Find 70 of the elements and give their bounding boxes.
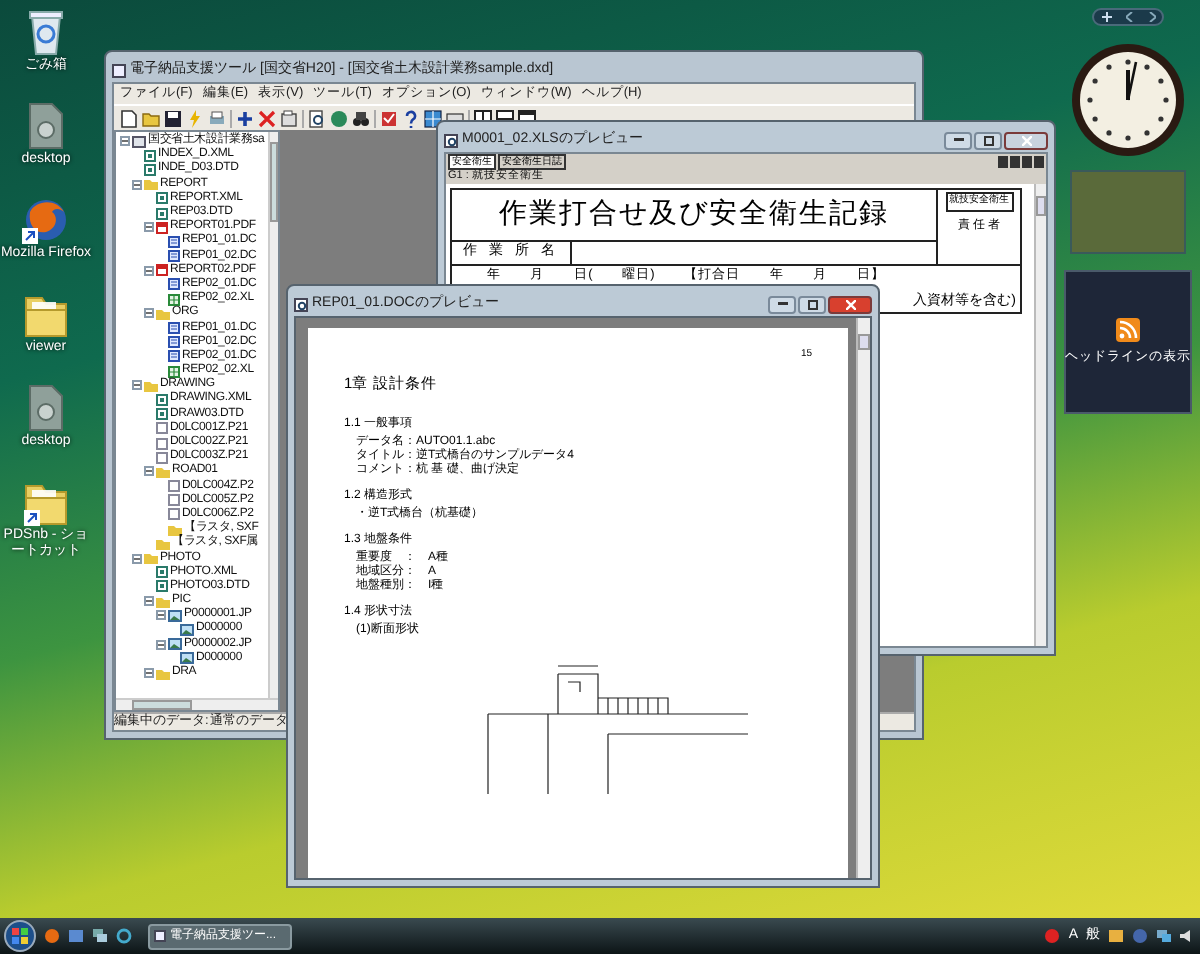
- project-icon: [132, 135, 146, 148]
- vertical-scrollbar[interactable]: [856, 318, 870, 878]
- maximize-icon: [807, 299, 817, 309]
- form-heading: 作業打合せ及び安全衛生記録: [499, 196, 889, 234]
- expander-icon[interactable]: [144, 308, 154, 319]
- document-gear-icon: [26, 384, 66, 432]
- expander-icon[interactable]: [120, 136, 130, 147]
- expander-icon[interactable]: [132, 179, 142, 190]
- spreadsheet-icon: [168, 293, 180, 306]
- maximize-button[interactable]: [798, 295, 826, 313]
- switch-windows-icon[interactable]: [92, 928, 108, 944]
- next-icon[interactable]: [1147, 12, 1155, 22]
- maximize-button[interactable]: [974, 131, 1002, 149]
- folder-icon: [144, 379, 158, 392]
- document-gear-icon: [26, 102, 66, 150]
- app-icon: [112, 63, 126, 77]
- expander-icon[interactable]: [144, 265, 154, 276]
- minimize-button[interactable]: [944, 131, 972, 149]
- folder-icon: [156, 667, 170, 680]
- vertical-scrollbar[interactable]: [268, 132, 278, 698]
- expander-icon[interactable]: [156, 610, 166, 621]
- expander-icon[interactable]: [156, 639, 166, 650]
- rss-icon: [1116, 317, 1140, 342]
- circle-tray-icon[interactable]: [1044, 928, 1061, 944]
- close-button[interactable]: [828, 295, 872, 313]
- maximize-icon: [983, 135, 993, 145]
- folder-icon: [156, 465, 170, 478]
- minimize-icon: [953, 138, 963, 142]
- sidebar-controls[interactable]: [1092, 8, 1164, 26]
- vertical-scrollbar[interactable]: [1034, 184, 1046, 646]
- pdf-file-icon: [156, 221, 168, 234]
- folder-icon: [156, 595, 170, 608]
- speaker-icon[interactable]: [1180, 928, 1196, 944]
- expander-icon[interactable]: [144, 222, 154, 233]
- save-icon[interactable]: [164, 109, 182, 127]
- expander-icon[interactable]: [144, 668, 154, 679]
- clock-drawing: [1070, 42, 1186, 158]
- photo-placeholder: [1070, 170, 1186, 254]
- pdf-file-icon: [156, 264, 168, 277]
- start-button[interactable]: [4, 920, 36, 952]
- close-button[interactable]: [1004, 131, 1048, 149]
- spreadsheet-icon: [168, 365, 180, 378]
- grid-icon[interactable]: [424, 109, 442, 127]
- plus-icon[interactable]: [236, 109, 254, 127]
- close-icon: [845, 299, 855, 309]
- preview-icon: [444, 133, 458, 147]
- recycle-bin-icon: [26, 8, 66, 56]
- document-icon: [168, 278, 180, 291]
- folder-icon: [144, 178, 158, 191]
- horizontal-scrollbar[interactable]: [116, 698, 278, 710]
- folder-icon: [156, 307, 170, 320]
- help-icon[interactable]: [402, 109, 420, 127]
- expander-icon[interactable]: [144, 596, 154, 607]
- show-desktop-icon[interactable]: [68, 928, 84, 944]
- minimize-button[interactable]: [768, 295, 796, 313]
- network-icon[interactable]: [1156, 928, 1172, 944]
- delete-icon[interactable]: [258, 109, 276, 127]
- properties-icon[interactable]: [280, 109, 298, 127]
- printer-icon[interactable]: [208, 109, 226, 127]
- close-icon: [1021, 135, 1031, 145]
- expander-icon[interactable]: [132, 380, 142, 391]
- expander-icon[interactable]: [144, 466, 154, 477]
- binoculars-icon[interactable]: [352, 109, 370, 127]
- expander-icon[interactable]: [132, 553, 142, 564]
- minimize-icon: [777, 302, 787, 306]
- preview-icon: [294, 297, 308, 311]
- preview-icon[interactable]: [308, 109, 326, 127]
- checklist-icon[interactable]: [380, 109, 398, 127]
- app-icon: [154, 930, 166, 942]
- previous-icon[interactable]: [1125, 12, 1133, 22]
